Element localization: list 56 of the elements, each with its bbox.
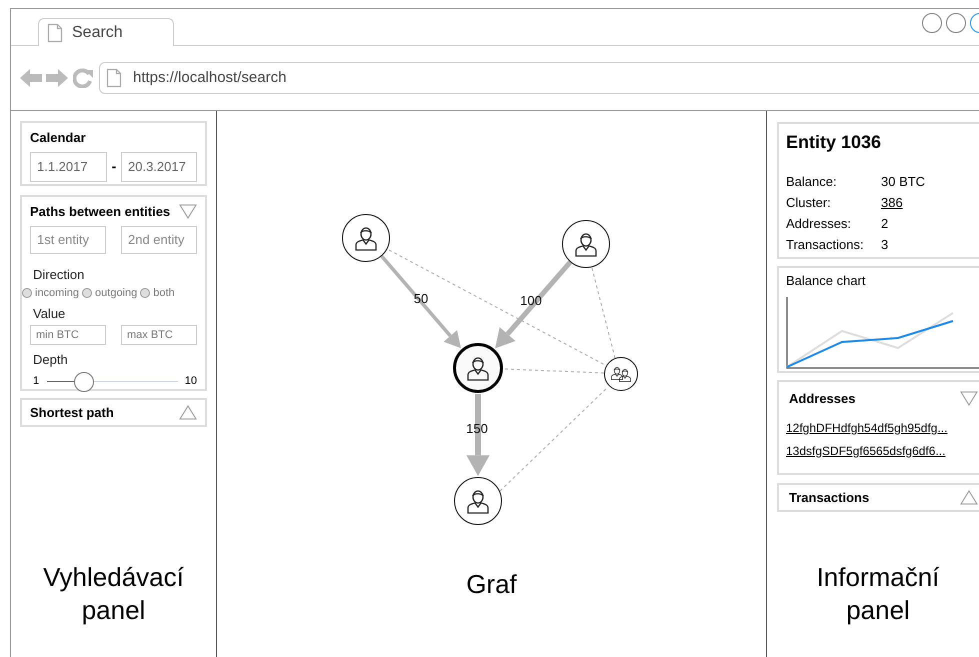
info-value: 3	[881, 237, 888, 253]
field-label: Depth	[33, 351, 69, 369]
panel-caption: Vyhledávací panel	[42, 561, 185, 627]
date-field[interactable]: 20.3.2017	[121, 152, 197, 182]
edge-label: 100	[520, 293, 542, 308]
entity-title: Entity 1036	[786, 131, 882, 154]
cluster-link[interactable]: 386	[881, 195, 903, 211]
radio-option[interactable]: incoming	[22, 285, 80, 302]
expand-icon[interactable]	[179, 405, 197, 420]
section-title: Addresses	[789, 390, 856, 408]
info-label: Cluster:	[786, 195, 832, 211]
address-link[interactable]: 12fghDFHdfgh54df5gh95dfg...	[786, 418, 978, 436]
panel-caption: Informační panel	[816, 561, 940, 627]
field-label: Value	[33, 304, 66, 322]
entity-field[interactable]: 1st entity	[30, 226, 106, 254]
window-button[interactable]	[922, 13, 942, 33]
person-node[interactable]	[342, 214, 390, 262]
url-text: https://localhost/search	[133, 68, 286, 88]
section-title: Shortest path	[30, 404, 114, 422]
page-icon	[106, 68, 122, 88]
value-field[interactable]: max BTC	[121, 325, 197, 345]
info-value: 30 BTC	[881, 174, 926, 190]
person-node[interactable]	[453, 343, 503, 393]
page-icon	[47, 22, 63, 42]
value-field[interactable]: min BTC	[30, 325, 106, 345]
chart-title: Balance chart	[786, 272, 866, 290]
slider-max-label: 10	[184, 374, 197, 390]
info-label: Balance:	[786, 174, 838, 190]
address-bar[interactable]: https://localhost/search	[99, 62, 979, 94]
slider-min-label: 1	[33, 374, 40, 390]
entity-field[interactable]: 2nd entity	[121, 226, 197, 254]
info-label: Transactions:	[786, 237, 865, 253]
browser-tab[interactable]: Search	[38, 18, 174, 46]
info-value: 2	[881, 216, 888, 232]
depth-slider[interactable]	[46, 372, 178, 392]
edge-label: 150	[466, 421, 488, 436]
date-separator: -	[110, 157, 118, 176]
collapse-icon[interactable]	[179, 204, 197, 220]
collapse-icon[interactable]	[960, 391, 978, 406]
edge-label: 50	[414, 291, 428, 306]
date-field[interactable]: 1.1.2017	[30, 152, 107, 182]
section-title: Calendar	[30, 129, 87, 147]
group-node[interactable]	[604, 357, 638, 391]
info-label: Addresses:	[786, 216, 852, 232]
radio-option[interactable]: outgoing	[82, 285, 138, 302]
tab-title: Search	[72, 22, 123, 42]
radio-option[interactable]: both	[140, 285, 175, 302]
person-node[interactable]	[454, 477, 502, 525]
person-node[interactable]	[562, 220, 610, 268]
address-link[interactable]: 13dsfgSDF5gf6565dsfg6df6...	[786, 442, 978, 460]
window-button[interactable]	[946, 13, 966, 33]
section-title: Paths between entities	[30, 203, 170, 221]
section-title: Transactions	[789, 488, 870, 507]
field-label: Direction	[33, 266, 86, 284]
panel-caption: Graf	[466, 569, 517, 599]
expand-icon[interactable]	[960, 490, 978, 505]
